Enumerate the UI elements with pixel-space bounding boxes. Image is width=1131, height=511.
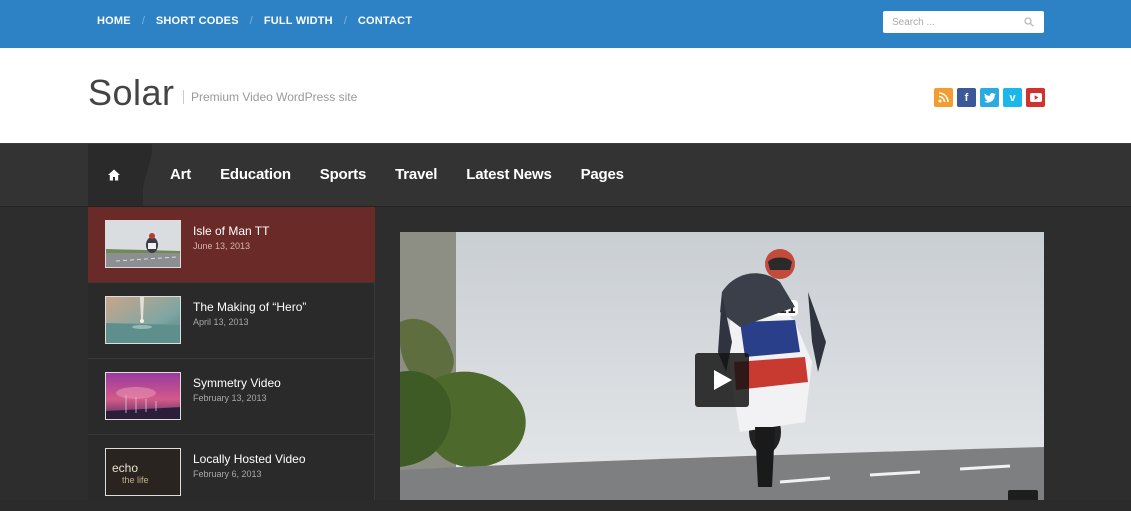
top-nav: HOME / SHORT CODES / FULL WIDTH / CONTAC… [97, 15, 412, 27]
social-icons: f v [934, 88, 1045, 107]
video-control-badge[interactable] [1008, 490, 1038, 500]
nav-item-education[interactable]: Education [220, 166, 291, 183]
video-date: February 6, 2013 [193, 469, 262, 479]
main-nav: Art Education Sports Travel Latest News … [0, 143, 1131, 207]
topnav-contact[interactable]: CONTACT [358, 15, 412, 27]
twitter-icon[interactable] [980, 88, 999, 107]
video-list-item[interactable]: Symmetry Video February 13, 2013 [88, 359, 375, 435]
video-thumbnail[interactable] [105, 220, 181, 268]
top-bar: HOME / SHORT CODES / FULL WIDTH / CONTAC… [0, 0, 1131, 48]
video-thumbnail[interactable] [105, 296, 181, 344]
facebook-icon[interactable]: f [957, 88, 976, 107]
video-player[interactable]: 11 [400, 232, 1044, 500]
video-thumbnail[interactable] [105, 372, 181, 420]
site-logo[interactable]: Solar [88, 72, 175, 114]
video-list-item[interactable]: The Making of “Hero” April 13, 2013 [88, 283, 375, 359]
topnav-separator: / [141, 15, 145, 27]
nav-item-latest-news[interactable]: Latest News [466, 166, 552, 183]
home-button[interactable] [88, 144, 152, 206]
video-thumbnail[interactable]: echo the life [105, 448, 181, 496]
video-title[interactable]: Isle of Man TT [193, 224, 269, 238]
topnav-separator: / [249, 15, 253, 27]
main-nav-items: Art Education Sports Travel Latest News … [170, 166, 653, 183]
site-tagline: Premium Video WordPress site [183, 90, 357, 104]
video-list-item[interactable]: Isle of Man TT June 13, 2013 [88, 207, 375, 283]
nav-item-art[interactable]: Art [170, 166, 191, 183]
topnav-separator: / [343, 15, 347, 27]
rss-icon[interactable] [934, 88, 953, 107]
content-area: Isle of Man TT June 13, 2013 The Making … [0, 207, 1131, 500]
video-title[interactable]: Symmetry Video [193, 376, 281, 390]
search-input[interactable] [883, 11, 1013, 33]
nav-divider [140, 144, 152, 206]
home-icon [108, 169, 120, 181]
topnav-short-codes[interactable]: SHORT CODES [156, 15, 239, 27]
nav-item-pages[interactable]: Pages [581, 166, 624, 183]
thumbnail-text: echo [112, 461, 139, 475]
video-date: April 13, 2013 [193, 317, 249, 327]
search-box [883, 11, 1044, 33]
video-date: February 13, 2013 [193, 393, 267, 403]
video-date: June 13, 2013 [193, 241, 251, 251]
topnav-home[interactable]: HOME [97, 15, 131, 27]
video-title[interactable]: The Making of “Hero” [193, 300, 306, 314]
thumbnail-subtext: the life [122, 475, 149, 485]
nav-item-sports[interactable]: Sports [320, 166, 367, 183]
video-title[interactable]: Locally Hosted Video [193, 452, 306, 466]
nav-item-travel[interactable]: Travel [395, 166, 437, 183]
video-list: Isle of Man TT June 13, 2013 The Making … [88, 207, 375, 500]
play-icon [714, 370, 732, 390]
play-button[interactable] [695, 353, 749, 407]
youtube-icon[interactable] [1026, 88, 1045, 107]
site-header: Solar Premium Video WordPress site f v [0, 48, 1131, 143]
vimeo-icon[interactable]: v [1003, 88, 1022, 107]
search-icon[interactable] [1024, 17, 1034, 27]
topnav-full-width[interactable]: FULL WIDTH [264, 15, 333, 27]
